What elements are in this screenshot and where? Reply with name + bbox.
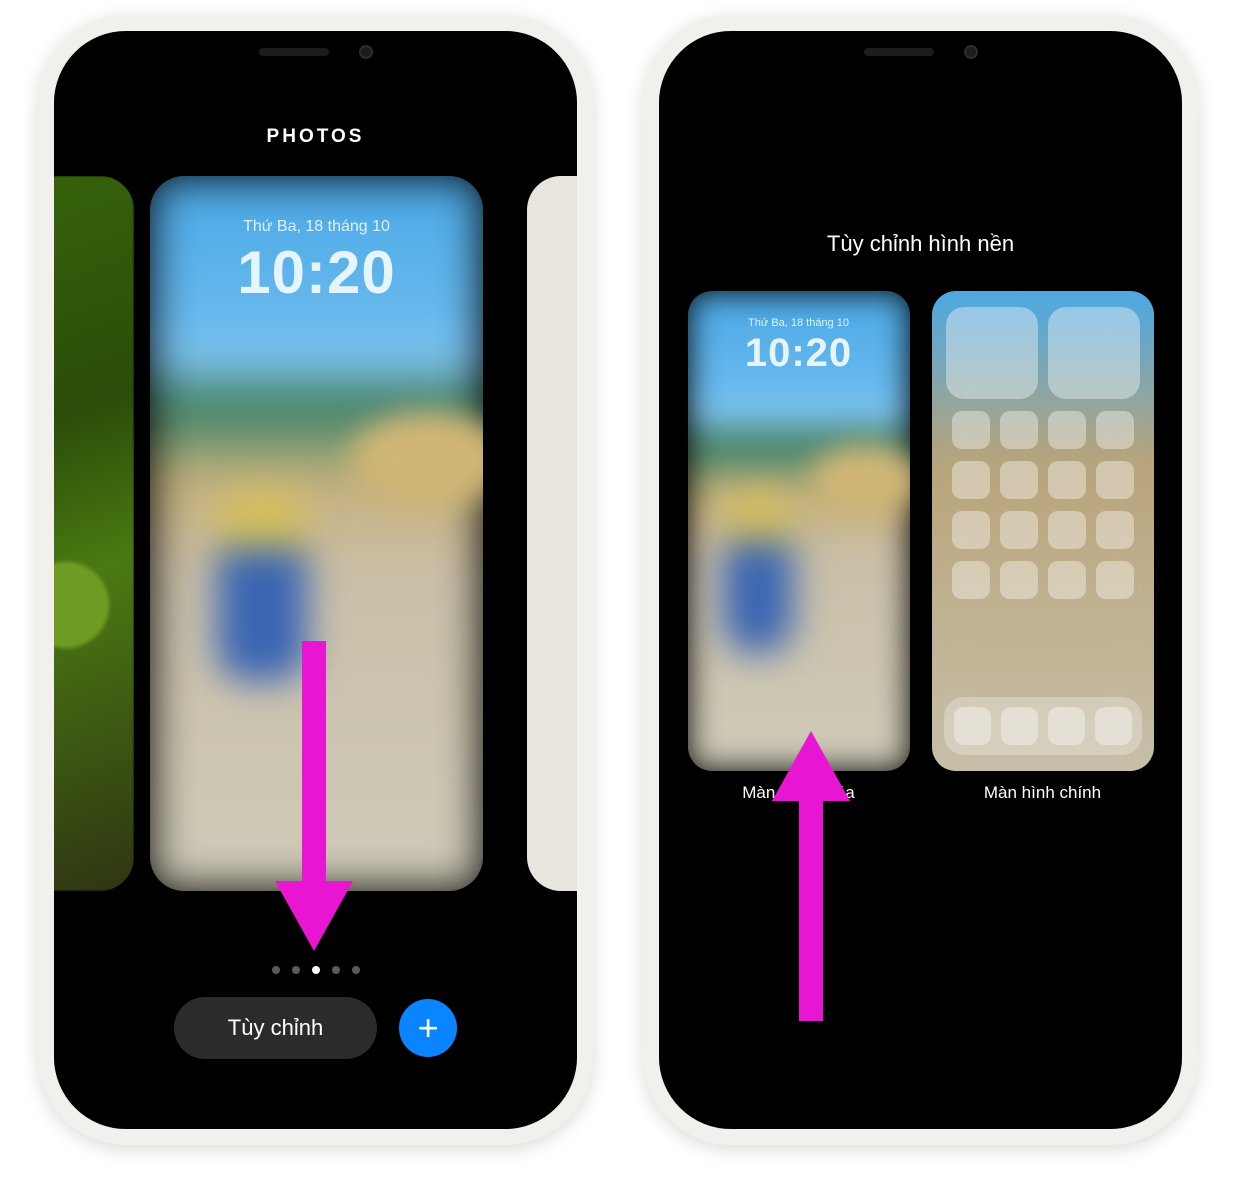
app-icon [952, 411, 990, 449]
widget-icon [946, 307, 1038, 399]
front-camera-icon [359, 45, 373, 59]
app-icon [1048, 561, 1086, 599]
pager-dot [352, 966, 360, 974]
app-icon [1096, 561, 1134, 599]
wallpaper-category-label: PHOTOS [54, 126, 577, 148]
speaker-icon [864, 48, 934, 56]
homescreen-grid [944, 307, 1142, 755]
app-icon [1000, 561, 1038, 599]
lockscreen-preview[interactable]: Thứ Ba, 18 tháng 10 10:20 [688, 291, 910, 771]
notch [193, 31, 439, 73]
lock-time: 10:20 [150, 238, 483, 307]
phone-power-button [591, 351, 593, 486]
app-icon [1001, 707, 1038, 745]
pager-dot [332, 966, 340, 974]
add-wallpaper-button[interactable]: + [399, 999, 457, 1057]
lock-date: Thứ Ba, 18 tháng 10 [688, 317, 910, 329]
pager-dot [272, 966, 280, 974]
phone-mute-switch [643, 241, 645, 286]
app-icon [1096, 461, 1134, 499]
lock-clock: Thứ Ba, 18 tháng 10 10:20 [688, 317, 910, 376]
app-icon [1048, 461, 1086, 499]
app-icon [1048, 511, 1086, 549]
app-icon [1048, 411, 1086, 449]
app-icon [1000, 511, 1038, 549]
speaker-icon [259, 48, 329, 56]
lock-time: 10:20 [688, 331, 910, 376]
homescreen-label: Màn hình chính [984, 783, 1101, 803]
plus-icon: + [418, 1007, 439, 1049]
app-icon [952, 561, 990, 599]
lock-date: Thứ Ba, 18 tháng 10 [150, 218, 483, 236]
front-camera-icon [964, 45, 978, 59]
phone-volume-down [38, 426, 40, 511]
pager-dot [292, 966, 300, 974]
app-icon [1096, 511, 1134, 549]
wallpaper-thumb-green [54, 176, 134, 891]
app-icon [1000, 411, 1038, 449]
app-icon [952, 461, 990, 499]
screen-customize-wallpaper: Tùy chỉnh hình nền Thứ Ba, 18 tháng 10 1… [659, 31, 1182, 1129]
pager-dot-active [312, 966, 320, 974]
lock-clock: Thứ Ba, 18 tháng 10 10:20 [150, 218, 483, 307]
wallpaper-card-prev[interactable] [54, 176, 134, 891]
homescreen-dock [944, 697, 1142, 755]
annotation-arrow-down [269, 641, 359, 951]
phone-volume-up [643, 316, 645, 401]
phone-volume-down [643, 426, 645, 511]
phone-power-button [1196, 351, 1198, 486]
annotation-arrow-up [766, 731, 856, 1021]
app-icon [1048, 707, 1085, 745]
customize-title: Tùy chỉnh hình nền [659, 231, 1182, 257]
widget-icon [1048, 307, 1140, 399]
phone-right: Tùy chỉnh hình nền Thứ Ba, 18 tháng 10 1… [643, 15, 1198, 1145]
notch [798, 31, 1044, 73]
phone-mute-switch [38, 241, 40, 286]
app-icon [1096, 411, 1134, 449]
phone-volume-up [38, 316, 40, 401]
wallpaper-pager [54, 966, 577, 974]
app-icon [1000, 461, 1038, 499]
app-icon [952, 511, 990, 549]
customize-button[interactable]: Tùy chỉnh [174, 997, 377, 1059]
wallpaper-card-next[interactable] [527, 176, 577, 891]
phone-left: PHOTOS Thứ Ba, 18 tháng 10 10:20 [38, 15, 593, 1145]
app-icon [1095, 707, 1132, 745]
app-icon [954, 707, 991, 745]
screen-wallpaper-switcher: PHOTOS Thứ Ba, 18 tháng 10 10:20 [54, 31, 577, 1129]
homescreen-preview[interactable] [932, 291, 1154, 771]
